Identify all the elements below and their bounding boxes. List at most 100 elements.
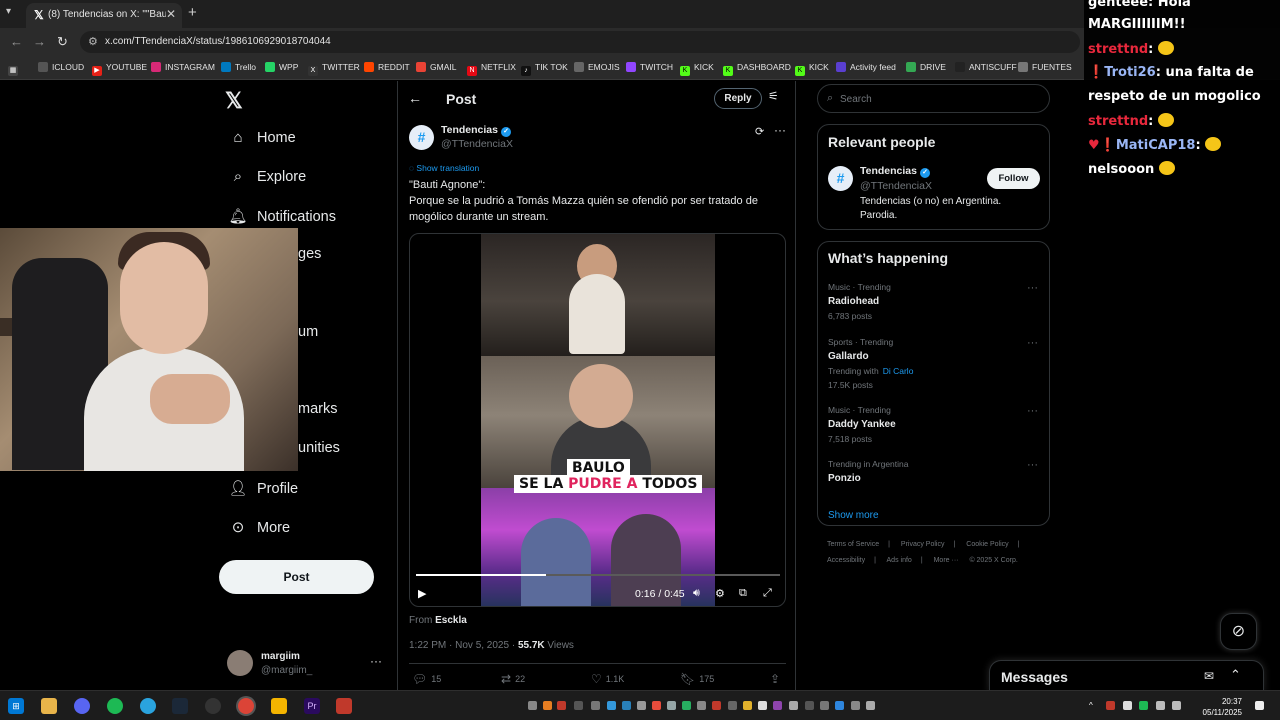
file-explorer-icon[interactable] [41, 698, 57, 714]
grok-icon[interactable]: ⟳ [755, 125, 764, 138]
steam-icon[interactable] [172, 698, 188, 714]
notifications-icon[interactable] [1255, 701, 1264, 710]
back-arrow-icon[interactable]: ← [408, 90, 422, 106]
trend-more-icon[interactable]: ··· [1027, 282, 1038, 294]
bookmark-trello[interactable]: Trello [221, 62, 256, 72]
nav-bookmarks[interactable]: marks [298, 401, 337, 417]
bookmark-wpp[interactable]: WPP [265, 62, 298, 72]
site-info-icon[interactable]: ⚙ [88, 35, 98, 48]
account-menu-icon[interactable]: ··· [370, 654, 382, 668]
tray-icon[interactable] [851, 701, 860, 710]
tray-icon[interactable] [835, 701, 844, 710]
tray-icon[interactable] [528, 701, 537, 710]
tray-icon[interactable] [652, 701, 661, 710]
discord-icon[interactable] [74, 698, 90, 714]
chevron-up-icon[interactable]: ^ [1089, 701, 1098, 710]
bookmark-gmail[interactable]: GMAIL [416, 62, 456, 72]
nav-profile[interactable]: 👤︎ Profile [227, 479, 298, 497]
tray-icon[interactable] [591, 701, 600, 710]
tray-icon[interactable] [667, 701, 676, 710]
bookmark-action[interactable]: 🔖︎ 175 [680, 672, 714, 686]
tray-icon[interactable] [574, 701, 583, 710]
bookmark-kick[interactable]: K KICK [680, 62, 714, 76]
search-box[interactable]: ⌕ Search [817, 84, 1050, 113]
nav-premium[interactable]: um [298, 324, 318, 340]
bookmark-youtube[interactable]: ▶ YOUTUBE [92, 62, 147, 76]
browser-tab[interactable]: 𝕏 (8) Tendencias on X: ""Bauti Agr ✕ [26, 3, 182, 28]
back-icon[interactable]: ← [10, 34, 23, 49]
play-icon[interactable]: ▶ [418, 587, 426, 600]
apps-icon[interactable]: ▦ [8, 62, 22, 76]
footer-terms-link[interactable]: Terms of Service [827, 541, 879, 548]
footer-cookie-link[interactable]: Cookie Policy [966, 541, 1008, 548]
tray-icon[interactable] [789, 701, 798, 710]
bookmark-emojis[interactable]: EMOJIS [574, 62, 620, 72]
bookmark-icloud[interactable]: ICLOUD [38, 62, 84, 72]
trend-more-icon[interactable]: ··· [1027, 337, 1038, 349]
trend-item[interactable]: Trending in Argentina Ponzio ··· [828, 459, 1038, 484]
app-icon[interactable] [271, 698, 287, 714]
video-progress-bar[interactable] [416, 574, 780, 576]
tray-icon[interactable] [1139, 701, 1148, 710]
trend-item[interactable]: Sports · Trending Gallardo Trending with… [828, 337, 1038, 390]
author-name[interactable]: Tendencias ✓ [441, 124, 511, 137]
trend-item[interactable]: Music · Trending Radiohead 6,783 posts ·… [828, 282, 1038, 321]
grok-button-icon[interactable]: ⊘ [1220, 613, 1257, 650]
bookmark-twitch[interactable]: TWITCH [626, 62, 673, 72]
like-action[interactable]: ♡ 1.1K [591, 672, 624, 686]
settings-gear-icon[interactable]: ⚙ [715, 587, 725, 600]
fullscreen-icon[interactable]: ⤢ [763, 587, 772, 600]
reply-action[interactable]: 💬︎ 15 [412, 672, 441, 686]
bookmark-instagram[interactable]: INSTAGRAM [151, 62, 215, 72]
bookmark-reddit[interactable]: REDDIT [364, 62, 410, 72]
relevant-handle[interactable]: @TTendenciaX [860, 180, 932, 192]
bookmark-tiktok[interactable]: ♪ TIK TOK [521, 62, 568, 76]
x-logo-icon[interactable]: 𝕏 [225, 88, 243, 114]
spotify-icon[interactable] [107, 698, 123, 714]
relevant-avatar[interactable]: # [828, 166, 853, 191]
tray-icon[interactable] [773, 701, 782, 710]
trend-with-link[interactable]: Di Carlo [883, 366, 914, 376]
author-avatar[interactable]: # [409, 125, 434, 150]
new-message-icon[interactable]: ✉ [1204, 669, 1214, 683]
source-link[interactable]: Esckla [435, 615, 467, 626]
volume-icon[interactable]: 🔊︎ [693, 587, 700, 600]
tray-icon[interactable] [1123, 701, 1132, 710]
bookmark-kick-2[interactable]: K KICK [795, 62, 829, 76]
tray-icon[interactable] [543, 701, 552, 710]
show-more-link[interactable]: Show more [828, 510, 879, 521]
app-icon[interactable] [336, 698, 352, 714]
tray-icon[interactable] [607, 701, 616, 710]
nav-notifications[interactable]: 🔔︎ Notifications [227, 207, 336, 225]
tray-icon[interactable] [712, 701, 721, 710]
bookmark-antiscuff[interactable]: ANTISCUFF [955, 62, 1017, 72]
footer-privacy-link[interactable]: Privacy Policy [901, 541, 945, 548]
nav-communities[interactable]: unities [298, 440, 340, 456]
close-tab-icon[interactable]: ✕ [166, 7, 176, 21]
start-icon[interactable]: ⊞ [8, 698, 24, 714]
bookmark-fuentes[interactable]: FUENTES [1018, 62, 1072, 72]
telegram-icon[interactable] [140, 698, 156, 714]
repost-action[interactable]: ⇄ 22 [501, 672, 525, 686]
tray-icon[interactable] [820, 701, 829, 710]
premiere-icon[interactable]: Pr [304, 698, 320, 714]
show-translation-link[interactable]: ◌ Show translation [409, 163, 479, 173]
address-bar[interactable]: ⚙ x.com/TTendenciaX/status/1986106929018… [80, 31, 1080, 53]
forward-icon[interactable]: → [33, 34, 46, 49]
footer-accessibility-link[interactable]: Accessibility [827, 557, 865, 564]
account-avatar[interactable] [227, 650, 253, 676]
follow-button[interactable]: Follow [987, 168, 1040, 189]
tray-icon[interactable] [805, 701, 814, 710]
system-clock[interactable]: 20:37 05/11/2025 [1196, 696, 1242, 718]
obs-icon[interactable] [205, 698, 221, 714]
trend-item[interactable]: Music · Trending Daddy Yankee 7,518 post… [828, 405, 1038, 444]
tray-icon[interactable] [637, 701, 646, 710]
tray-icon[interactable] [728, 701, 737, 710]
tray-icon[interactable] [758, 701, 767, 710]
tray-icon[interactable] [622, 701, 631, 710]
footer-more-link[interactable]: More ··· [934, 557, 959, 564]
author-handle[interactable]: @TTendenciaX [441, 138, 513, 150]
reply-button[interactable]: Reply [714, 88, 762, 109]
expand-chevron-icon[interactable]: ⌃ [1230, 667, 1241, 683]
bookmark-netflix[interactable]: N NETFLIX [467, 62, 516, 76]
